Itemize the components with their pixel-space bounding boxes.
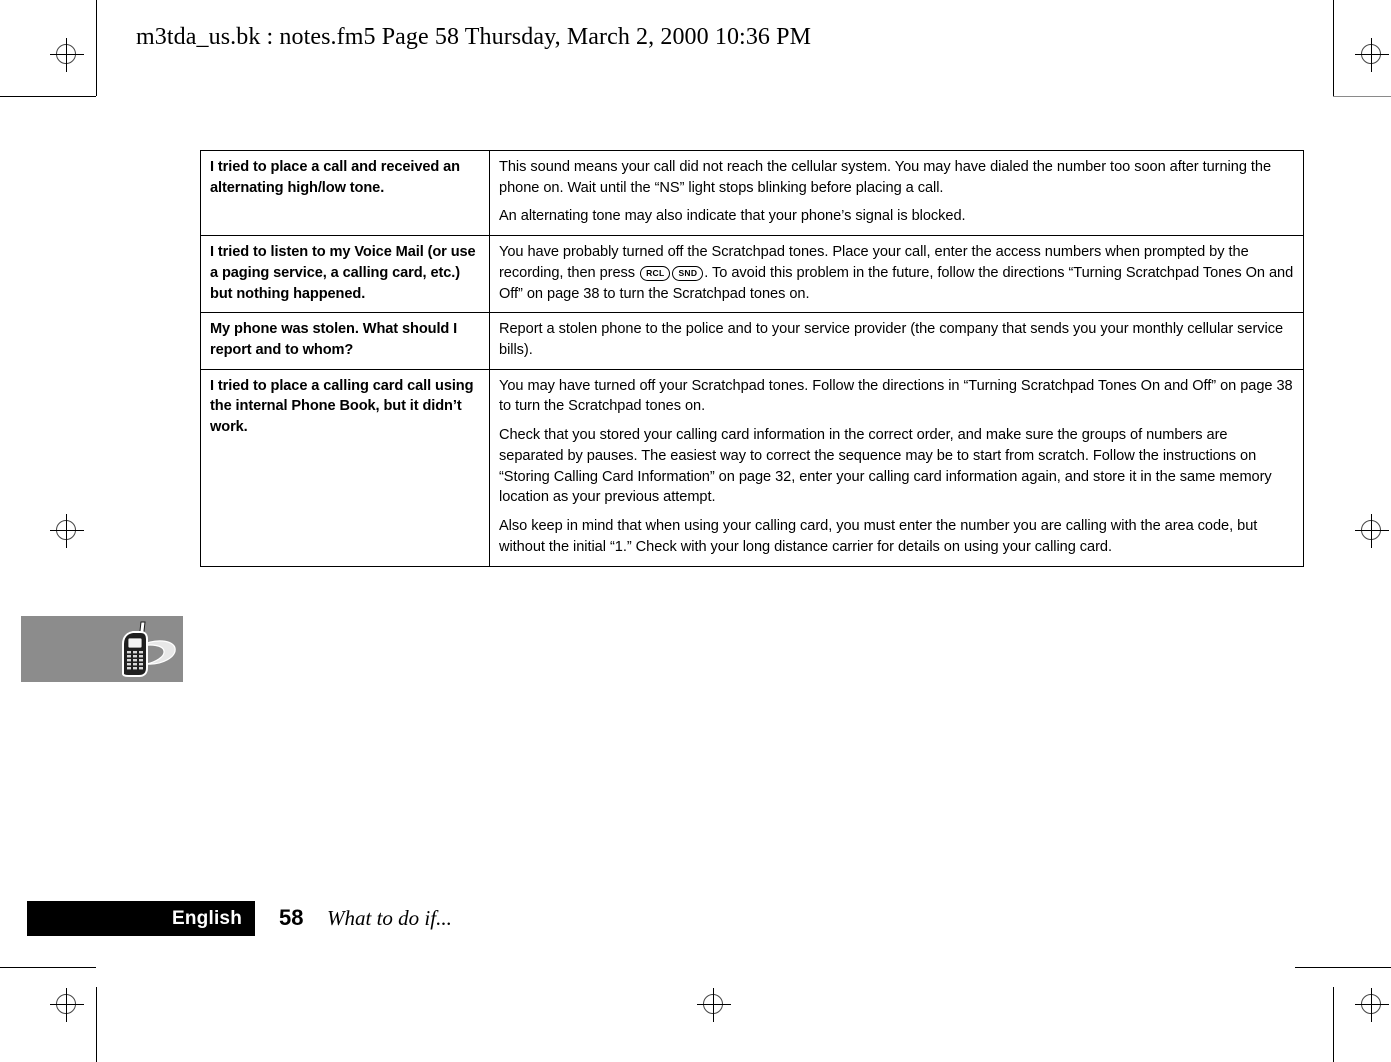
answer-paragraph: Also keep in mind that when using your c… [499,518,1258,555]
rcl-key-icon: RCL [640,265,671,281]
table-row: I tried to place a calling card call usi… [200,368,1304,567]
trim-line-bottom-left [0,967,96,968]
answer-paragraph: You may have turned off your Scratchpad … [499,377,1293,415]
answer-cell: This sound means your call did not reach… [489,149,1304,237]
trim-line-right-top [1333,0,1334,96]
answer-paragraph: An alternating tone may also indicate th… [499,208,966,225]
trim-line-left-bottom [96,987,97,1062]
question-cell: I tried to place a calling card call usi… [200,368,490,567]
registration-mark-top-right [1355,38,1389,72]
question-cell: I tried to place a call and received an … [200,149,490,237]
trim-line-bottom-right [1295,967,1391,968]
trim-line-left-top [96,0,97,96]
question-cell: I tried to listen to my Voice Mail (or u… [200,235,490,314]
troubleshooting-table: I tried to place a call and received an … [200,149,1304,567]
table-row: My phone was stolen. What should I repor… [200,312,1304,370]
footer-page-number: 58 [279,905,304,930]
question-cell: My phone was stolen. What should I repor… [200,312,490,370]
snd-key-icon: SND [672,265,704,281]
registration-mark-bottom-right [1355,988,1389,1022]
document-header-line: m3tda_us.bk : notes.fm5 Page 58 Thursday… [136,24,812,50]
footer-section-title: What to do if... [327,906,452,930]
footer-language-bar: English [27,901,255,936]
registration-mark-middle-right [1355,514,1389,548]
table-row: I tried to listen to my Voice Mail (or u… [200,235,1304,314]
answer-cell: Report a stolen phone to the police and … [489,312,1304,370]
answer-paragraph: This sound means your call did not reach… [499,159,1272,196]
trim-line-top-right [1333,96,1391,97]
answer-paragraph: Report a stolen phone to the police and … [499,321,1284,359]
registration-mark-bottom-center [697,988,731,1022]
answer-paragraph: You have probably turned off the Scratch… [499,242,1294,304]
cell-phone-icon [122,621,176,677]
registration-mark-middle-left [50,514,84,548]
registration-mark-bottom-left [50,988,84,1022]
trim-line-right-bottom [1333,987,1334,1062]
answer-cell: You have probably turned off the Scratch… [489,235,1304,314]
answer-paragraph: Check that you stored your calling card … [499,427,1272,506]
answer-cell: You may have turned off your Scratchpad … [489,368,1304,567]
phone-graphic-block [21,616,183,682]
footer-language-label: English [171,908,242,929]
registration-mark-top-left [50,38,84,72]
table-row: I tried to place a call and received an … [200,149,1304,237]
trim-line-top-left [0,96,96,97]
